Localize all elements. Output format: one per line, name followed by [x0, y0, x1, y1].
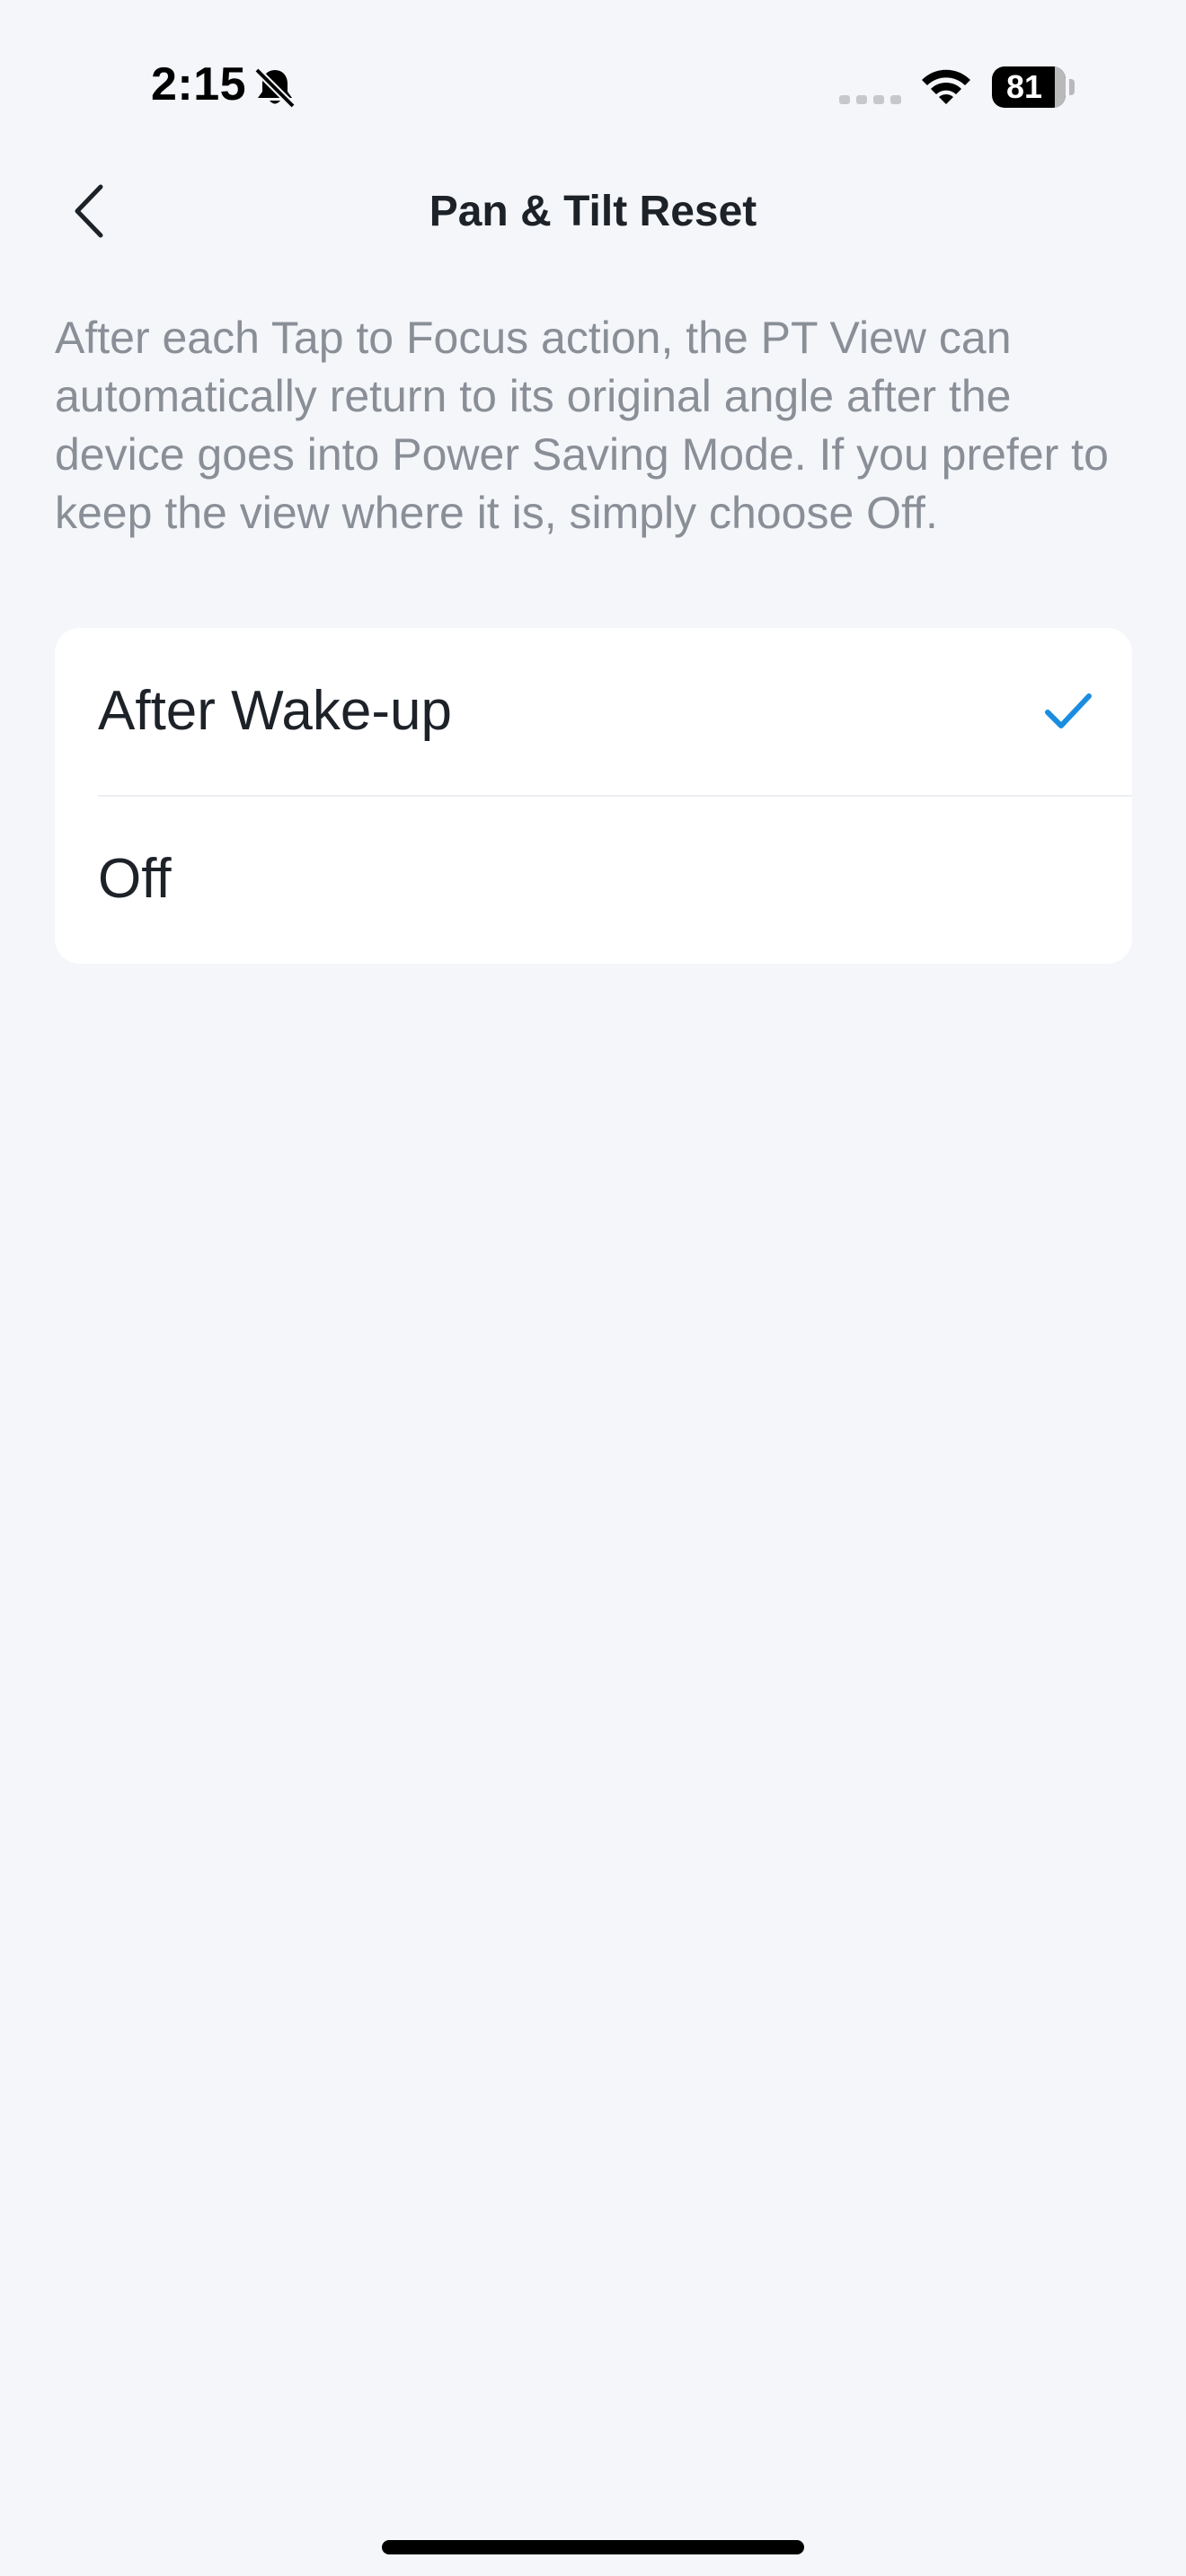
battery-level: 81 — [1005, 68, 1043, 105]
cellular-signal-icon — [839, 95, 901, 104]
options-list: After Wake-up Off — [55, 628, 1132, 964]
option-after-wake-up[interactable]: After Wake-up — [55, 628, 1132, 797]
battery-indicator: 81 — [992, 66, 1066, 108]
option-off[interactable]: Off — [55, 796, 1132, 963]
bell-slash-icon — [254, 67, 296, 109]
description-text: After each Tap to Focus action, the PT V… — [55, 313, 1109, 538]
wifi-icon — [922, 69, 970, 104]
home-indicator[interactable] — [382, 2540, 804, 2554]
status-time: 2:15 — [151, 58, 247, 110]
status-bar: 2:15 81 — [0, 0, 1186, 171]
option-label: Off — [98, 848, 172, 910]
page-title: Pan & Tilt Reset — [429, 188, 757, 235]
checkmark-icon — [1045, 693, 1092, 728]
option-label: After Wake-up — [98, 680, 452, 742]
battery-cap — [1069, 79, 1075, 95]
